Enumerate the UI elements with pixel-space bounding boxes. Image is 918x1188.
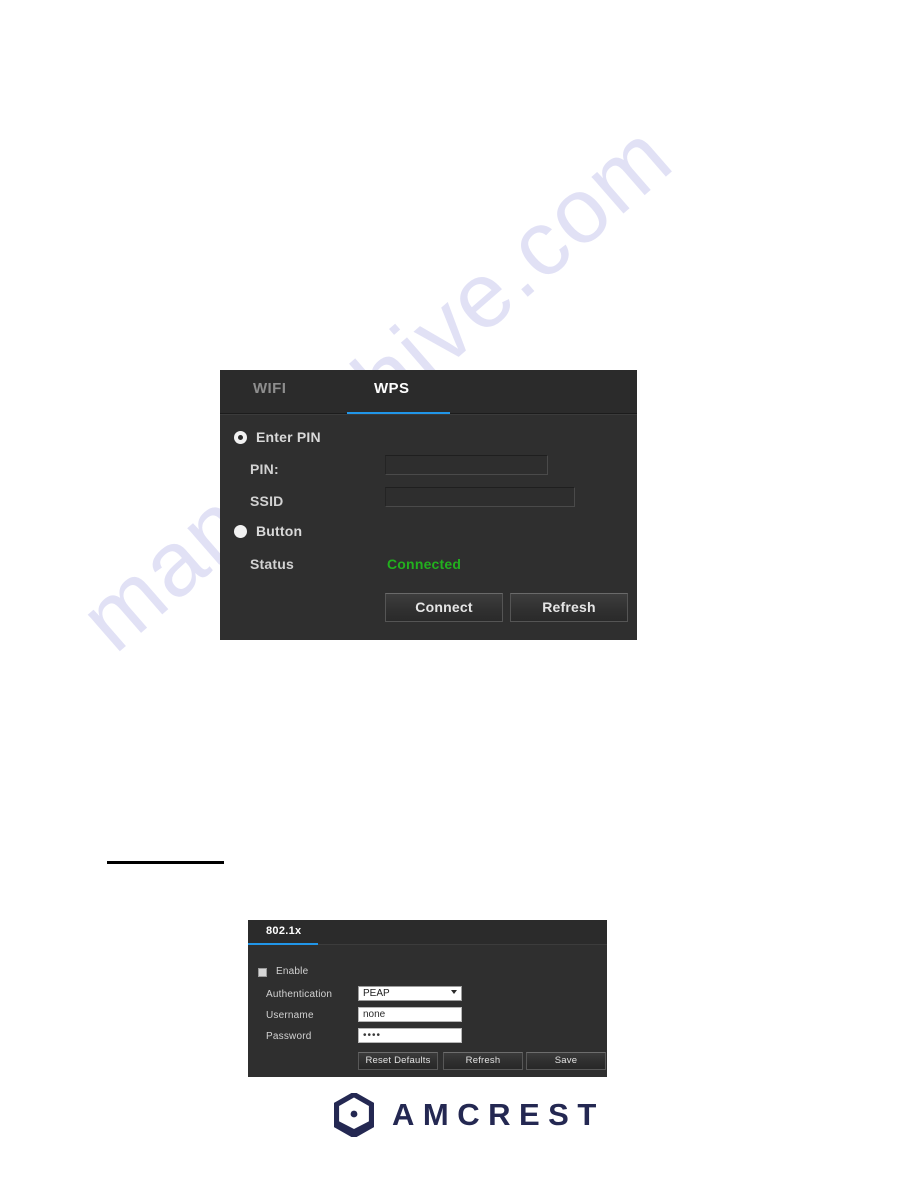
enable-checkbox[interactable] bbox=[258, 968, 267, 977]
connect-button[interactable]: Connect bbox=[385, 593, 503, 622]
chevron-down-icon bbox=[451, 990, 457, 994]
brand-logo: AMCREST bbox=[334, 1093, 605, 1137]
wps-tab-bar: WIFI WPS bbox=[220, 370, 637, 415]
authentication-label: Authentication bbox=[266, 989, 333, 1000]
reset-defaults-button[interactable]: Reset Defaults bbox=[358, 1052, 438, 1070]
password-label: Password bbox=[266, 1031, 312, 1042]
status-label: Status bbox=[250, 556, 294, 572]
save-button[interactable]: Save bbox=[526, 1052, 606, 1070]
tab-wps[interactable]: WPS bbox=[374, 380, 409, 397]
authentication-select[interactable]: PEAP bbox=[358, 986, 462, 1001]
ssid-input[interactable] bbox=[385, 487, 575, 507]
ssid-label: SSID bbox=[250, 493, 284, 509]
amcrest-hexagon-icon bbox=[334, 1093, 374, 1137]
dot1x-tab-bar: 802.1x bbox=[248, 920, 607, 945]
username-label: Username bbox=[266, 1010, 314, 1021]
dot1x-panel-body: Enable Authentication PEAP Username none… bbox=[248, 945, 607, 1077]
refresh-button[interactable]: Refresh bbox=[443, 1052, 523, 1070]
radio-enter-pin[interactable]: Enter PIN bbox=[234, 429, 321, 445]
status-value: Connected bbox=[387, 556, 462, 572]
pin-input[interactable] bbox=[385, 455, 548, 475]
radio-push-button[interactable]: Button bbox=[234, 523, 302, 539]
authentication-value: PEAP bbox=[363, 988, 390, 999]
pin-label: PIN: bbox=[250, 461, 279, 477]
dot1x-settings-panel: 802.1x Enable Authentication PEAP Userna… bbox=[248, 920, 607, 1077]
radio-push-button-label: Button bbox=[256, 523, 303, 539]
section-divider-rule bbox=[107, 861, 224, 864]
tab-wifi[interactable]: WIFI bbox=[253, 380, 286, 397]
wps-settings-panel: WIFI WPS Enter PIN PIN: SSID Button Stat… bbox=[220, 370, 637, 640]
username-input[interactable]: none bbox=[358, 1007, 462, 1022]
radio-enter-pin-indicator bbox=[234, 430, 247, 444]
radio-push-button-indicator bbox=[234, 524, 247, 538]
wps-panel-body: Enter PIN PIN: SSID Button Status Connec… bbox=[220, 414, 637, 640]
tab-802-1x[interactable]: 802.1x bbox=[266, 925, 301, 937]
amcrest-wordmark: AMCREST bbox=[392, 1097, 605, 1132]
enable-label: Enable bbox=[276, 966, 309, 977]
radio-enter-pin-label: Enter PIN bbox=[256, 429, 321, 445]
refresh-button[interactable]: Refresh bbox=[510, 593, 628, 622]
password-input[interactable]: •••• bbox=[358, 1028, 462, 1043]
